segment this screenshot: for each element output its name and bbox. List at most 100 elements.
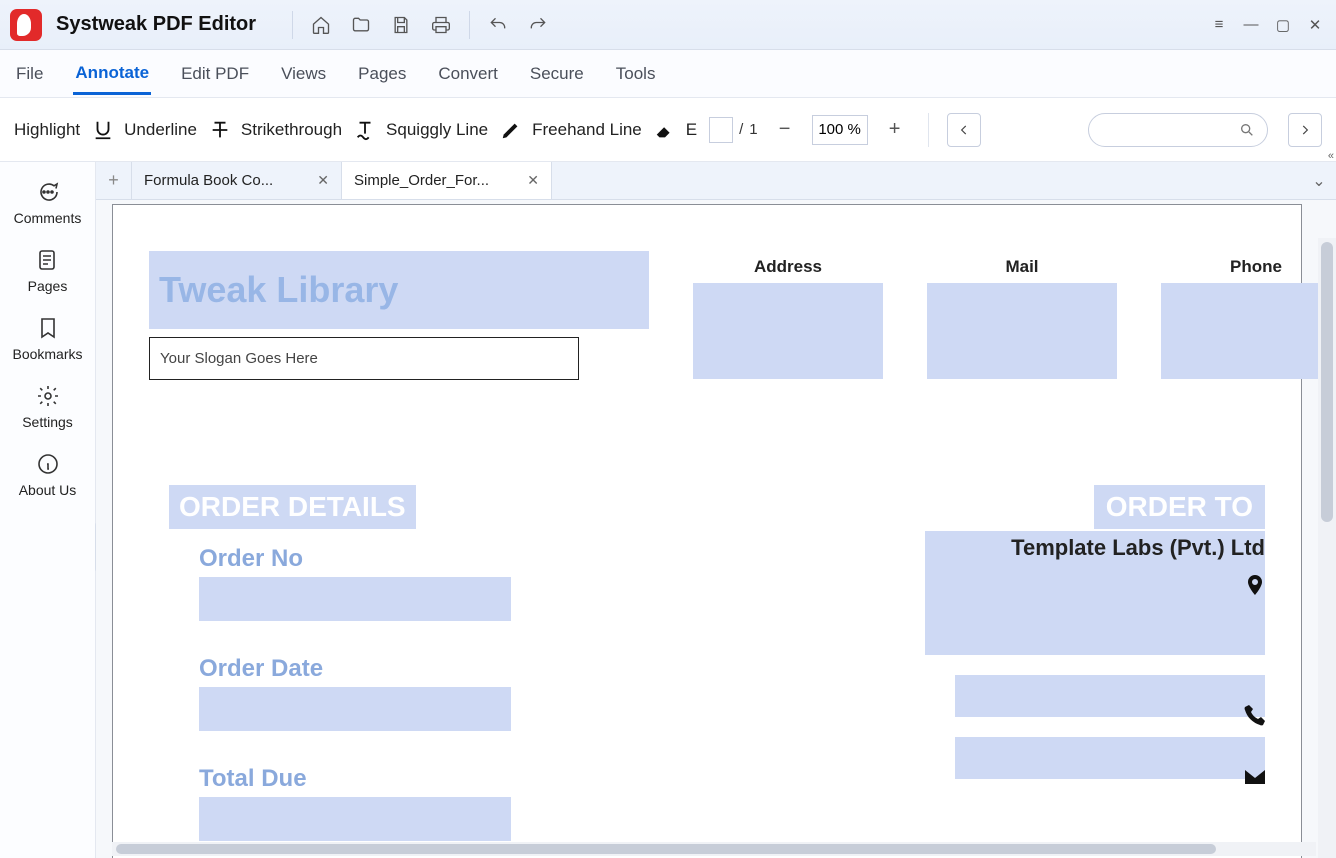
tool-eraser[interactable]: E (654, 119, 697, 141)
page-next-button[interactable] (1288, 113, 1322, 147)
page-prev-button[interactable] (947, 113, 981, 147)
document-canvas[interactable]: Tweak Library Your Slogan Goes Here Addr… (96, 200, 1336, 858)
tool-underline[interactable]: Underline (92, 119, 197, 141)
page-current-input[interactable] (709, 117, 733, 143)
sidebar-label: Settings (22, 414, 73, 430)
hamburger-icon[interactable]: ≡ (1204, 5, 1234, 45)
page-total: 1 (749, 121, 757, 138)
left-sidebar: Comments Pages Bookmarks Settings About … (0, 162, 96, 858)
sidebar-label: Bookmarks (12, 346, 82, 362)
menu-pages[interactable]: Pages (356, 54, 408, 94)
total-due-field[interactable] (199, 797, 511, 841)
brand-title: Tweak Library (149, 251, 649, 329)
sidebar-item-settings[interactable]: Settings (22, 384, 73, 430)
scrollbar-thumb[interactable] (1321, 242, 1333, 522)
freehand-icon (500, 119, 522, 141)
menu-convert[interactable]: Convert (436, 54, 500, 94)
zoom-in-button[interactable]: + (880, 115, 910, 145)
minimize-button[interactable]: — (1236, 5, 1266, 45)
slogan-field[interactable]: Your Slogan Goes Here (149, 337, 579, 380)
order-to-mail-field[interactable] (955, 737, 1265, 779)
sidebar-label: About Us (19, 482, 77, 498)
tool-highlight[interactable]: Highlight (14, 120, 80, 140)
pdf-page: Tweak Library Your Slogan Goes Here Addr… (112, 204, 1302, 858)
open-icon[interactable] (341, 5, 381, 45)
tool-squiggly[interactable]: Squiggly Line (354, 119, 488, 141)
tool-strikethrough[interactable]: Strikethrough (209, 119, 342, 141)
undo-icon[interactable] (478, 5, 518, 45)
search-input[interactable] (1088, 113, 1268, 147)
tool-strikethrough-label: Strikethrough (241, 120, 342, 140)
annotate-toolbar: Highlight Underline Strikethrough Squigg… (0, 98, 1336, 162)
contact-address-label: Address (693, 251, 883, 283)
close-button[interactable]: ✕ (1300, 5, 1330, 45)
print-icon[interactable] (421, 5, 461, 45)
bookmarks-icon (36, 316, 60, 340)
order-details-header: ORDER DETAILS (169, 485, 416, 529)
order-to-address-field[interactable] (925, 567, 1265, 655)
sidebar-item-bookmarks[interactable]: Bookmarks (12, 316, 82, 362)
document-tab-label: Formula Book Co... (144, 172, 273, 189)
close-icon[interactable]: ✕ (317, 172, 329, 189)
document-tabstrip: + Formula Book Co... ✕ Simple_Order_For.… (96, 162, 1336, 200)
tab-overflow-button[interactable]: ⌄ (1302, 162, 1336, 199)
sidebar-item-comments[interactable]: Comments (14, 180, 82, 226)
sidebar-item-about[interactable]: About Us (19, 452, 77, 498)
redo-icon[interactable] (518, 5, 558, 45)
gear-icon (36, 384, 60, 408)
contact-mail-field[interactable] (927, 283, 1117, 379)
pages-icon (35, 248, 59, 272)
toolbar-separator (928, 113, 929, 147)
order-no-field[interactable] (199, 577, 511, 621)
zoom-input[interactable] (812, 115, 868, 145)
order-no-label: Order No (199, 545, 511, 573)
contact-phone-label: Phone (1161, 251, 1336, 283)
app-logo (10, 9, 42, 41)
search-icon (1239, 122, 1255, 138)
new-tab-button[interactable]: + (96, 162, 132, 199)
menu-secure[interactable]: Secure (528, 54, 586, 94)
sidebar-label: Pages (28, 278, 68, 294)
mail-icon (1243, 765, 1267, 794)
order-to-phone-field[interactable] (955, 675, 1265, 717)
tool-eraser-label: E (686, 120, 697, 140)
document-tab[interactable]: Simple_Order_For... ✕ (342, 162, 552, 199)
save-icon[interactable] (381, 5, 421, 45)
order-date-label: Order Date (199, 655, 511, 683)
menu-file[interactable]: File (14, 54, 45, 94)
document-tab[interactable]: Formula Book Co... ✕ (132, 162, 342, 199)
menu-views[interactable]: Views (279, 54, 328, 94)
horizontal-scrollbar[interactable] (112, 842, 1316, 856)
contact-phone-field[interactable] (1161, 283, 1336, 379)
squiggly-icon (354, 119, 376, 141)
scrollbar-thumb[interactable] (116, 844, 1216, 854)
titlebar-separator (469, 11, 470, 39)
contact-mail-label: Mail (927, 251, 1117, 283)
home-icon[interactable] (301, 5, 341, 45)
page-indicator: / 1 (709, 117, 758, 143)
maximize-button[interactable]: ▢ (1268, 5, 1298, 45)
titlebar: Systweak PDF Editor ≡ — ▢ ✕ (0, 0, 1336, 50)
order-date-field[interactable] (199, 687, 511, 731)
vertical-scrollbar[interactable] (1318, 238, 1336, 858)
close-icon[interactable]: ✕ (527, 172, 539, 189)
ribbon-collapse-icon[interactable]: « (1328, 150, 1334, 162)
order-to-header: ORDER TO (1094, 485, 1265, 529)
document-tab-label: Simple_Order_For... (354, 172, 489, 189)
sidebar-label: Comments (14, 210, 82, 226)
contact-address-field[interactable] (693, 283, 883, 379)
menu-tools[interactable]: Tools (614, 54, 658, 94)
info-icon (36, 452, 60, 476)
location-pin-icon (1243, 573, 1267, 602)
menubar: File Annotate Edit PDF Views Pages Conve… (0, 50, 1336, 98)
titlebar-separator (292, 11, 293, 39)
tool-highlight-label: Highlight (14, 120, 80, 140)
menu-annotate[interactable]: Annotate (73, 53, 151, 95)
underline-icon (92, 119, 114, 141)
sidebar-item-pages[interactable]: Pages (28, 248, 68, 294)
total-due-label: Total Due (199, 765, 511, 793)
tool-freehand[interactable]: Freehand Line (500, 119, 642, 141)
menu-edit-pdf[interactable]: Edit PDF (179, 54, 251, 94)
strikethrough-icon (209, 119, 231, 141)
zoom-out-button[interactable]: − (770, 115, 800, 145)
